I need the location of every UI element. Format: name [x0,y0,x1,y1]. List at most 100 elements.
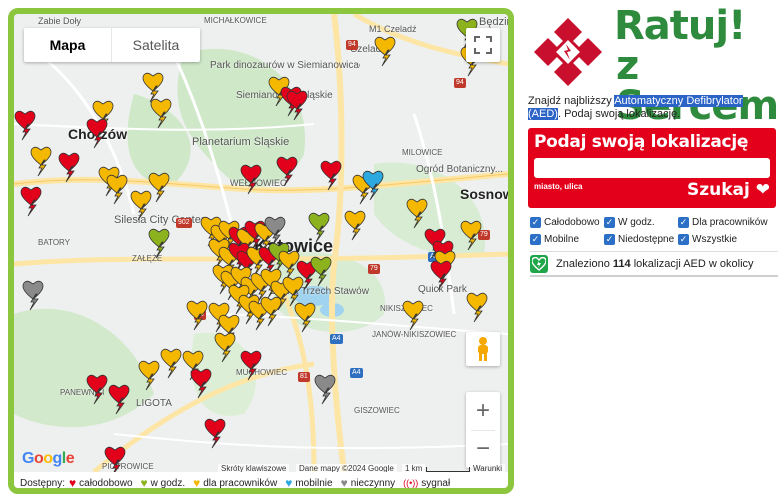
tagline-aed-abbr[interactable]: (AED) [528,108,558,120]
aed-marker[interactable] [186,300,208,331]
location-input[interactable] [534,158,770,178]
aed-marker[interactable] [204,418,226,449]
aed-marker[interactable] [240,350,262,381]
tagline-aed-link[interactable]: Automatyczny Defibrylator [614,95,743,107]
checkbox-checked-icon[interactable]: ✓ [530,233,541,245]
aed-marker[interactable] [314,374,336,405]
map-type-map-button[interactable]: Mapa [24,28,112,62]
heart-icon: ❤ [755,180,770,200]
search-hint: miasto, ulica [534,182,583,191]
aed-marker[interactable] [30,146,52,177]
aed-marker[interactable] [362,170,384,201]
aed-marker[interactable] [20,186,42,217]
map-type-satellite-button[interactable]: Satelita [112,28,200,62]
street-view-pegman-button[interactable] [466,332,500,366]
map-legend: Dostępny: ♥ całodobowo ♥ w godz. ♥ dla pracow… [14,472,508,490]
map-type-control: Mapa Satelita [24,28,200,62]
place-label: GISZOWIEC [354,406,400,415]
tagline-post: . Podaj swoją lokalizację. [557,108,681,120]
search-panel: Podaj swoją lokalizację miasto, ulica Sz… [528,128,776,208]
aed-marker[interactable] [22,280,44,311]
road-badge: A4 [330,334,343,344]
aed-marker[interactable] [320,160,342,191]
aed-marker[interactable] [466,292,488,323]
aed-marker[interactable] [150,98,172,129]
aed-marker[interactable] [138,360,160,391]
checkbox-checked-icon[interactable]: ✓ [530,216,541,228]
heart-icon: ♥ [193,476,201,490]
checkbox-checked-icon[interactable]: ✓ [678,216,689,228]
place-label: Zabie Doły [38,16,82,26]
aed-marker[interactable] [86,118,108,149]
aed-marker[interactable] [106,174,128,205]
zoom-control: + − [466,392,500,468]
aed-marker[interactable] [402,300,424,331]
aed-marker[interactable] [190,368,212,399]
aed-marker[interactable] [14,110,36,141]
place-label: Planetarium Śląskie [192,136,290,148]
filter-checkbox[interactable]: ✓ W godz. [604,216,678,228]
tagline: Znajdź najbliższy Automatyczny Defibryla… [528,95,778,121]
heart-logo-icon [534,18,602,86]
aed-marker[interactable] [260,296,282,327]
map-data-credit[interactable]: Dane mapy ©2024 Google [296,464,397,472]
aed-marker[interactable] [310,256,332,287]
filter-row: ✓ Mobilne ✓ Niedostępne ✓ Wszystkie [530,231,782,247]
fullscreen-button[interactable] [466,28,500,62]
aed-marker[interactable] [308,212,330,243]
aed-marker[interactable] [286,90,308,121]
place-label: Sosnowiec [460,186,508,202]
checkbox-checked-icon[interactable]: ✓ [678,233,689,245]
checkbox-checked-icon[interactable]: ✓ [604,233,615,245]
aed-marker[interactable] [294,302,316,333]
filter-checkbox[interactable]: ✓ Dla pracowników [678,216,778,228]
filter-checkbox-label: Mobilne [544,233,580,245]
heart-icon: ♥ [69,476,77,490]
legend-item-label: dla pracowników [203,477,278,489]
heart-icon: ♥ [340,476,348,490]
map-canvas[interactable]: Zabie DołyMICHAŁKOWICEM1 CzeladźBędzinCz… [14,14,508,472]
aed-marker[interactable] [130,190,152,221]
filter-row: ✓ Całodobowo ✓ W godz. ✓ Dla pracowników [530,214,782,230]
aed-icon [530,254,548,273]
filter-checkbox-label: W godz. [618,216,655,228]
road-badge: 94 [454,78,466,88]
place-label: LIGOTA [136,398,172,409]
heart-icon: ♥ [285,476,293,490]
aed-marker[interactable] [430,260,452,291]
place-label: MICHAŁKOWICE [204,16,267,25]
zoom-in-button[interactable]: + [466,392,500,430]
aed-marker[interactable] [58,152,80,183]
legend-item: ♥ nieczynny [340,476,396,490]
result-post: lokalizacji AED w okolicy [633,257,754,270]
aed-marker[interactable] [460,220,482,251]
aed-marker[interactable] [214,332,236,363]
keyboard-shortcuts-link[interactable]: Skróty klawiszowe [218,464,290,472]
filter-checkbox-label: Niedostępne [618,233,675,245]
legend-item-label: mobilnie [295,477,333,489]
filter-checkbox[interactable]: ✓ Niedostępne [604,233,678,245]
filter-checkbox[interactable]: ✓ Całodobowo [530,216,604,228]
terms-link[interactable]: Warunki [470,464,506,472]
checkbox-checked-icon[interactable]: ✓ [604,216,615,228]
legend-item: ♥ mobilnie [285,476,333,490]
place-label: M1 Czeladź [369,24,417,34]
aed-marker[interactable] [374,36,396,67]
aed-marker[interactable] [160,348,182,379]
aed-marker[interactable] [148,228,170,259]
road-badge: A4 [350,368,363,378]
aed-marker[interactable] [240,164,262,195]
filter-checkbox[interactable]: ✓ Wszystkie [678,233,778,245]
search-button[interactable]: Szukaj ❤ [687,180,770,200]
aed-marker[interactable] [108,384,130,415]
aed-marker[interactable] [406,198,428,229]
filter-checkbox[interactable]: ✓ Mobilne [530,233,604,245]
aed-marker[interactable] [276,156,298,187]
legend-item-label: w godz. [150,477,186,489]
aed-marker[interactable] [344,210,366,241]
zoom-out-button[interactable]: − [466,430,500,468]
pegman-icon [478,337,488,361]
aed-marker[interactable] [86,374,108,405]
logo-exclaim: ! [728,3,746,49]
legend-label: Dostępny: [20,477,66,489]
